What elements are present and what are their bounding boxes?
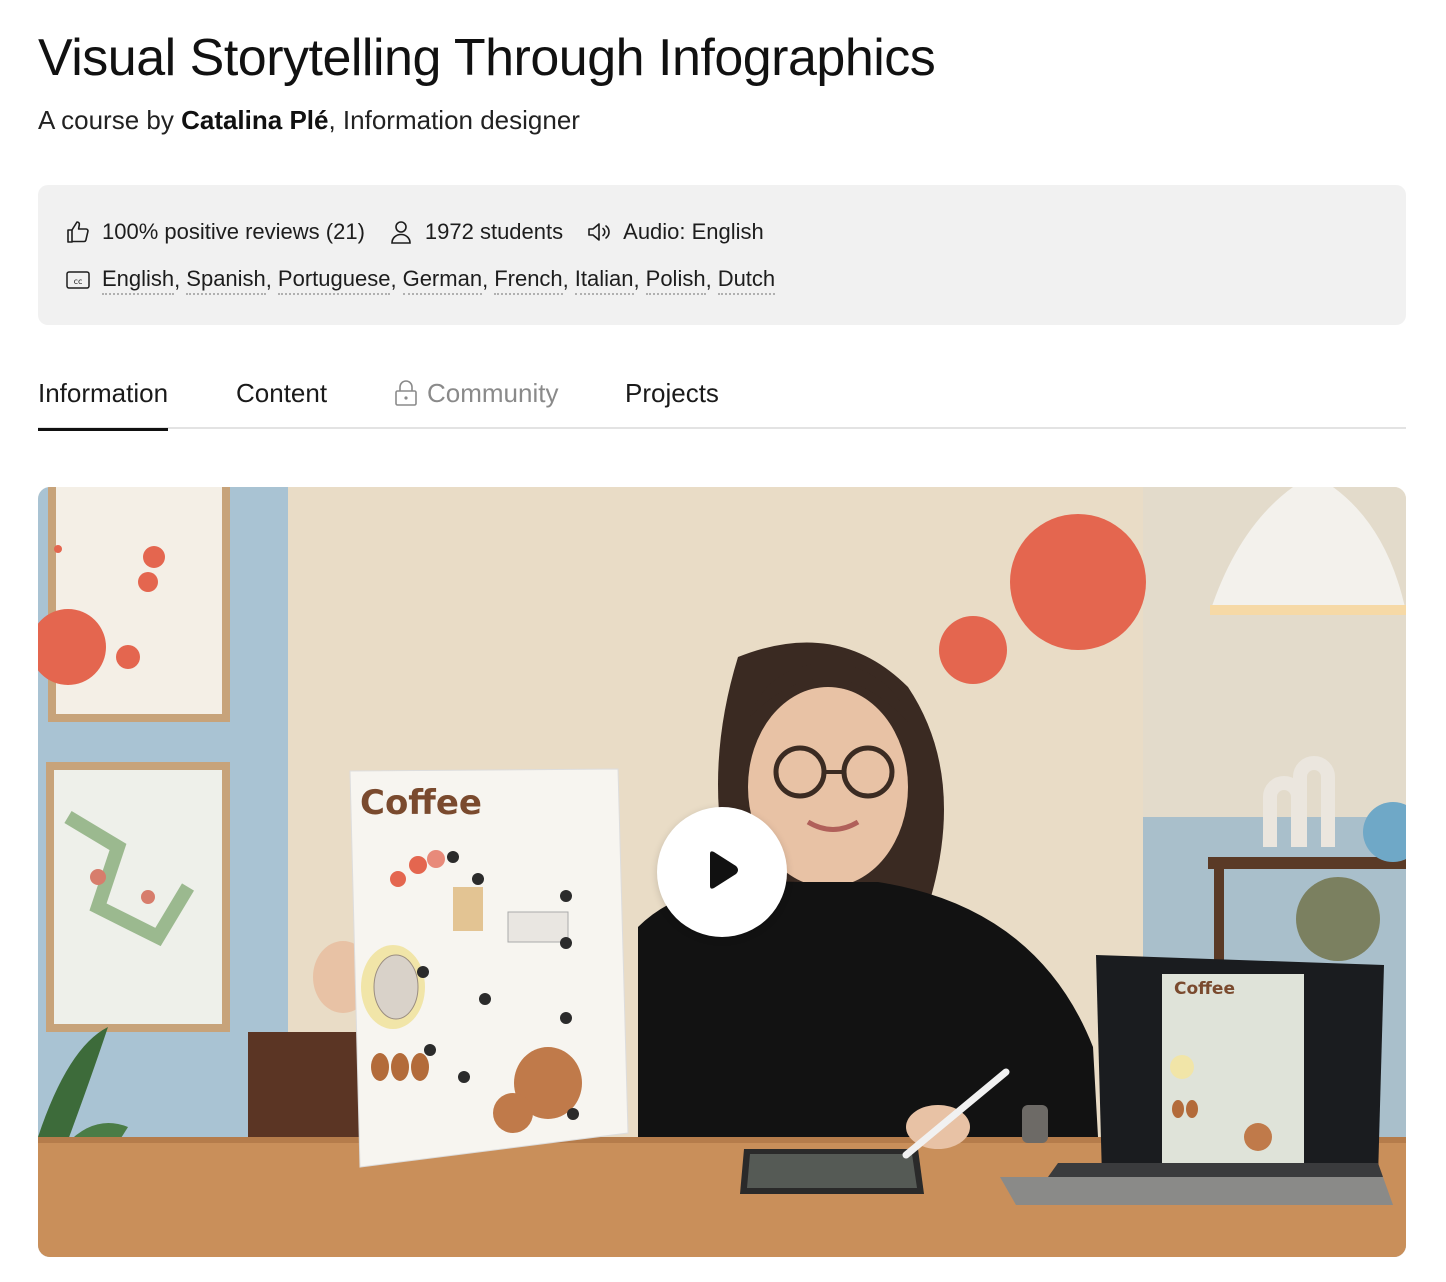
- tab-projects[interactable]: Projects: [625, 378, 719, 429]
- lock-icon: [393, 379, 419, 407]
- course-tabs: Information Content Community Projects: [38, 372, 1406, 431]
- subtitle-language[interactable]: English: [102, 266, 175, 295]
- subtitle-languages: English, Spanish, Portuguese, German, Fr…: [102, 266, 776, 295]
- subtitles-stat: cc English, Spanish, Portuguese, German,…: [64, 265, 776, 295]
- speaker-icon: [585, 218, 613, 246]
- subtitle-language[interactable]: German: [402, 266, 483, 295]
- play-button[interactable]: [657, 807, 787, 937]
- tab-community[interactable]: Community: [393, 378, 558, 429]
- subtitle-language[interactable]: Dutch: [717, 266, 776, 295]
- tab-label: Community: [427, 378, 559, 408]
- svg-text:cc: cc: [74, 277, 83, 286]
- subtitle-language[interactable]: Italian: [574, 266, 634, 295]
- meta-row-stats: 100% positive reviews (21) 1972 students: [64, 217, 786, 247]
- students-stat: 1972 students: [387, 217, 563, 247]
- course-byline: A course by Catalina Plé, Information de…: [38, 104, 580, 136]
- author-role: , Information designer: [328, 105, 580, 135]
- reviews-text: 100% positive reviews (21): [102, 219, 365, 244]
- students-text: 1972 students: [424, 219, 564, 244]
- tab-information[interactable]: Information: [38, 378, 169, 431]
- byline-prefix: A course by: [38, 105, 182, 135]
- subtitle-language[interactable]: Spanish: [186, 266, 266, 295]
- course-title: Visual Storytelling Through Infographics: [38, 29, 936, 87]
- reviews-stat: 100% positive reviews (21): [64, 217, 365, 247]
- subtitle-language[interactable]: French: [494, 266, 563, 295]
- tab-label: Projects: [625, 378, 719, 408]
- subtitle-language[interactable]: Portuguese: [277, 266, 391, 295]
- subtitle-language[interactable]: Polish: [645, 266, 706, 295]
- play-icon: [704, 850, 740, 895]
- tab-label: Information: [38, 378, 169, 408]
- user-icon: [387, 218, 415, 246]
- thumbs-up-icon: [64, 218, 92, 246]
- meta-row-subtitles: cc English, Spanish, Portuguese, German,…: [64, 265, 797, 295]
- audio-text: Audio: English: [623, 219, 764, 244]
- poster-title: Coffee: [360, 783, 482, 823]
- tab-label: Content: [236, 378, 328, 408]
- audio-stat: Audio: English: [585, 217, 764, 247]
- course-trailer-video[interactable]: Coffee Coffee: [38, 487, 1406, 1257]
- closed-captions-icon: cc: [64, 266, 92, 294]
- tab-content[interactable]: Content: [236, 378, 327, 429]
- course-page: Visual Storytelling Through Infographics…: [0, 0, 1446, 1282]
- author-name[interactable]: Catalina Plé: [181, 105, 328, 135]
- course-meta-box: 100% positive reviews (21) 1972 students: [38, 185, 1406, 325]
- laptop-screen-title: Coffee: [1174, 979, 1235, 999]
